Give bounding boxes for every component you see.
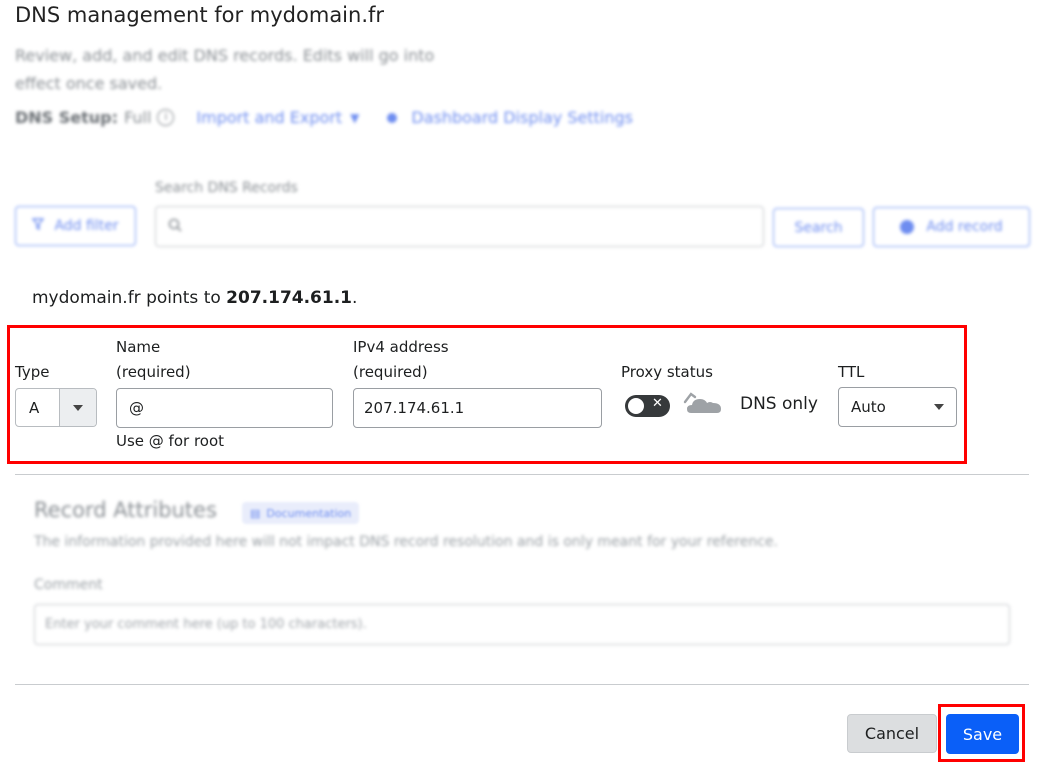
- search-button[interactable]: Search: [773, 208, 864, 247]
- proxy-status-toggle[interactable]: ✕: [625, 395, 670, 417]
- save-button[interactable]: Save: [946, 714, 1019, 754]
- record-attributes-title: Record Attributes: [34, 498, 217, 522]
- plus-icon: [900, 220, 915, 234]
- dns-setup-label: DNS Setup:: [15, 108, 119, 127]
- page-title-prefix: DNS management for: [15, 3, 244, 27]
- page-title: DNS management for mydomain.fr: [15, 3, 384, 27]
- ipv4-address-input[interactable]: [353, 388, 602, 428]
- name-help-text: Use @ for root: [116, 432, 225, 450]
- points-to-ip: 207.174.61.1: [226, 288, 353, 308]
- proxy-status-label: Proxy status: [621, 363, 713, 381]
- chevron-down-icon[interactable]: ▼: [350, 111, 359, 125]
- dns-setup-bar: DNS Setup: Full i Import and Export ▼ Da…: [15, 108, 633, 127]
- ipv4-label-required: (required): [353, 363, 428, 381]
- type-select[interactable]: A: [15, 388, 97, 427]
- points-to-summary: mydomain.fr points to 207.174.61.1.: [32, 288, 357, 308]
- add-filter-label: Add filter: [54, 218, 119, 234]
- search-icon: [168, 218, 182, 236]
- ttl-label: TTL: [838, 363, 865, 381]
- chevron-down-icon: [934, 404, 944, 410]
- comment-placeholder: Enter your comment here (up to 100 chara…: [45, 617, 367, 632]
- name-label: Name (required): [116, 335, 191, 385]
- divider: [15, 684, 1029, 685]
- name-input[interactable]: [116, 388, 333, 428]
- toggle-knob: [628, 398, 644, 414]
- gear-icon[interactable]: [387, 112, 398, 123]
- filter-icon: [31, 218, 45, 234]
- ttl-select-value: Auto: [851, 398, 886, 416]
- search-input[interactable]: [155, 206, 764, 247]
- cloud-icon: [683, 388, 723, 420]
- proxy-status-value: DNS only: [740, 394, 818, 414]
- name-label-required: (required): [116, 363, 191, 381]
- points-to-text: points to: [146, 288, 221, 308]
- import-export-link[interactable]: Import and Export: [196, 108, 342, 127]
- points-to-end: .: [352, 288, 358, 308]
- comment-label: Comment: [34, 577, 103, 593]
- add-record-button[interactable]: Add record: [873, 207, 1030, 247]
- name-label-title: Name: [116, 338, 161, 356]
- points-to-domain: mydomain.fr: [32, 288, 141, 308]
- document-icon: ▤: [250, 506, 261, 520]
- type-label: Type: [15, 363, 50, 381]
- documentation-link[interactable]: ▤ Documentation: [242, 502, 360, 524]
- ttl-select[interactable]: Auto: [838, 387, 957, 427]
- ipv4-label: IPv4 address (required): [353, 335, 449, 385]
- dashboard-display-settings-link[interactable]: Dashboard Display Settings: [411, 108, 633, 127]
- cancel-button[interactable]: Cancel: [847, 714, 937, 753]
- dns-setup-value: Full: [124, 108, 152, 127]
- page-title-domain: mydomain.fr: [249, 3, 385, 27]
- add-filter-button[interactable]: Add filter: [15, 206, 136, 246]
- comment-input[interactable]: Enter your comment here (up to 100 chara…: [34, 604, 1010, 645]
- info-icon[interactable]: i: [157, 109, 175, 126]
- ipv4-label-title: IPv4 address: [353, 338, 449, 356]
- close-icon: ✕: [652, 396, 663, 411]
- page-description: Review, add, and edit DNS records. Edits…: [15, 46, 435, 93]
- documentation-label: Documentation: [266, 506, 352, 520]
- add-record-label: Add record: [926, 219, 1003, 235]
- search-label: Search DNS Records: [155, 180, 298, 196]
- divider: [15, 474, 1029, 475]
- record-attributes-description: The information provided here will not i…: [34, 534, 778, 550]
- chevron-down-icon[interactable]: [59, 389, 96, 426]
- type-select-value: A: [29, 398, 40, 417]
